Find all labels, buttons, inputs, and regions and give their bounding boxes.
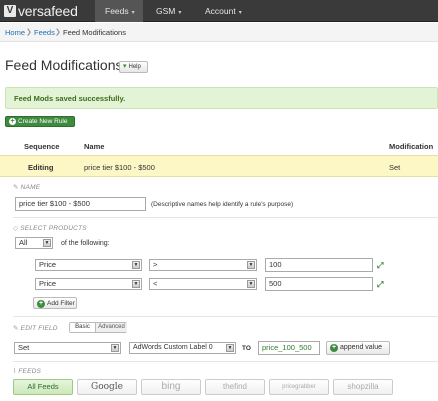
chevron-right-icon: ❯: [26, 29, 32, 36]
divider: [13, 361, 438, 362]
row-sequence: Editing: [28, 163, 54, 172]
edit-mode-tabs: Basic Advanced: [69, 322, 127, 333]
match-type-select[interactable]: All ▼: [15, 237, 53, 249]
filter-operator-select[interactable]: > ▼: [149, 259, 257, 271]
name-hint: (Descriptive names help identify a rule'…: [151, 201, 294, 208]
chevron-down-icon: ▾: [178, 10, 182, 16]
versafeed-logo[interactable]: V versafeed: [4, 3, 78, 19]
feed-thefind[interactable]: thefind: [205, 379, 265, 395]
dropdown-arrow-icon: ▼: [132, 261, 140, 269]
column-header-sequence: Sequence: [24, 142, 60, 151]
to-label: TO: [242, 345, 251, 352]
breadcrumb-feeds[interactable]: Feeds: [34, 28, 55, 37]
expand-icon[interactable]: ⤢: [377, 280, 383, 290]
plus-icon: +: [9, 118, 16, 125]
select-products-label: ◇ SELECT PRODUCTS: [13, 224, 87, 232]
match-suffix: of the following:: [61, 240, 110, 247]
nav-gsm[interactable]: GSM ▾: [146, 0, 192, 22]
column-header-modification: Modification: [389, 142, 434, 151]
dropdown-arrow-icon: ▼: [247, 280, 255, 288]
name-label-text: NAME: [20, 184, 41, 191]
target-field-select[interactable]: AdWords Custom Label 0 ▼: [129, 342, 236, 354]
chevron-right-icon: ❯: [55, 29, 61, 36]
logo-text: versafeed: [18, 3, 78, 19]
append-value-label: append value: [340, 344, 383, 351]
tab-advanced[interactable]: Advanced: [96, 323, 127, 332]
dropdown-arrow-icon: ▼: [43, 239, 51, 247]
add-filter-button[interactable]: + Add Filter: [33, 297, 77, 309]
feeds-label-text: FEEDS: [18, 368, 42, 375]
nav-account[interactable]: Account ▾: [195, 0, 263, 22]
row-modification: Set: [389, 163, 401, 172]
alert-message: Feed Mods saved successfully.: [14, 94, 126, 103]
create-rule-label: Create New Rule: [18, 118, 68, 125]
page-title: Feed Modifications: [5, 57, 123, 73]
plus-icon: +: [330, 344, 338, 352]
feed-bing[interactable]: bing: [141, 379, 201, 395]
success-alert: Feed Mods saved successfully.: [5, 87, 438, 109]
dropdown-arrow-icon: ▼: [247, 261, 255, 269]
feed-google[interactable]: Google: [77, 379, 137, 395]
feed-all-feeds[interactable]: All Feeds: [13, 379, 73, 395]
nav-account-label: Account: [205, 6, 236, 16]
name-section-label: ✎ NAME: [13, 183, 40, 191]
nav-feeds-label: Feeds: [105, 6, 129, 16]
filter-field-value: Price: [39, 279, 57, 288]
match-type-value: All: [19, 238, 28, 247]
append-value-button[interactable]: + append value: [326, 341, 390, 355]
filter-operator-value: >: [153, 260, 158, 269]
feed-shopzilla[interactable]: shopzilla: [333, 379, 393, 395]
create-new-rule-button[interactable]: + Create New Rule: [5, 116, 75, 127]
column-header-name: Name: [84, 142, 105, 151]
row-name: price tier $100 - $500: [84, 163, 155, 172]
tab-basic[interactable]: Basic: [70, 323, 96, 332]
chevron-down-icon: ▾: [131, 10, 135, 16]
filter-value-input[interactable]: 500: [265, 277, 373, 291]
logo-mark: V: [4, 5, 16, 17]
divider: [13, 217, 438, 218]
nav-gsm-label: GSM: [156, 6, 176, 16]
filter-operator-select[interactable]: < ▼: [149, 278, 257, 290]
filter-field-value: Price: [39, 260, 57, 269]
dropdown-arrow-icon: ▼: [132, 280, 140, 288]
help-button[interactable]: ▾ Help: [119, 61, 148, 73]
feeds-label: ⌇ FEEDS: [13, 367, 41, 375]
select-products-text: SELECT PRODUCTS: [20, 225, 87, 232]
help-icon: ▾: [123, 63, 127, 70]
action-value: Set: [18, 343, 30, 352]
filter-field-select[interactable]: Price ▼: [35, 278, 142, 290]
edit-field-label: ✎ EDIT FIELD: [13, 324, 58, 332]
edit-field-text: EDIT FIELD: [20, 325, 58, 332]
add-filter-label: Add Filter: [47, 300, 75, 307]
breadcrumb: Home ❯ Feeds ❯ Feed Modifications: [0, 23, 438, 42]
action-select[interactable]: Set ▼: [14, 342, 121, 354]
filter-operator-value: <: [153, 279, 158, 288]
filter-field-select[interactable]: Price ▼: [35, 259, 142, 271]
breadcrumb-current: Feed Modifications: [63, 28, 126, 37]
chevron-down-icon: ▾: [238, 10, 242, 16]
feed-pricegrabber[interactable]: pricegrabber: [269, 379, 329, 395]
target-field-value: AdWords Custom Label 0: [133, 344, 213, 351]
dropdown-arrow-icon: ▼: [226, 344, 234, 352]
help-label: Help: [128, 64, 141, 70]
diamond-icon: ◇: [13, 225, 19, 232]
pencil-icon: ✎: [13, 184, 19, 191]
expand-icon[interactable]: ⤢: [377, 261, 383, 271]
plus-icon: +: [37, 300, 45, 308]
set-value-input[interactable]: price_100_500: [258, 341, 320, 355]
nav-feeds[interactable]: Feeds ▾: [95, 0, 143, 22]
dropdown-arrow-icon: ▼: [111, 344, 119, 352]
filter-value-input[interactable]: 100: [265, 258, 373, 272]
breadcrumb-home[interactable]: Home: [5, 28, 25, 37]
pencil-icon: ✎: [13, 325, 19, 332]
rss-icon: ⌇: [13, 368, 17, 375]
rule-name-input[interactable]: price tier $100 - $500: [15, 197, 146, 211]
top-navbar: V versafeed Feeds ▾ GSM ▾ Account ▾: [0, 0, 438, 22]
divider: [13, 316, 438, 317]
table-row[interactable]: Editing price tier $100 - $500 Set: [0, 155, 438, 177]
